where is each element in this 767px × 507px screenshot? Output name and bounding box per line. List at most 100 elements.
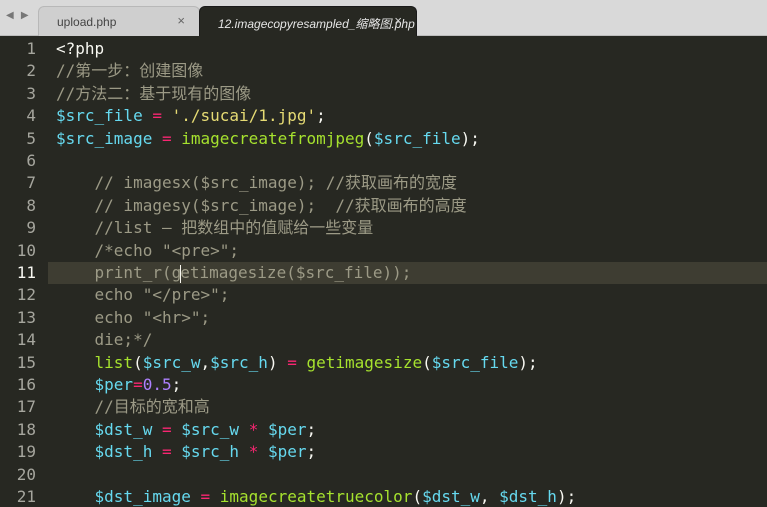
code-token: ; — [171, 375, 182, 394]
editor-window: ◀ ▶ upload.php × 12.imagecopyresampled_缩… — [0, 0, 767, 507]
code-token: ( — [422, 352, 432, 372]
code-line[interactable]: print_r(getimagesize($src_file)); — [48, 262, 767, 285]
line-number: 9 — [26, 218, 36, 238]
code-area[interactable]: <?php //第一步：创建图像//方法二：基于现有的图像 $src_file = … — [48, 36, 767, 507]
line-number-gutter: 1 2 3 4 5 6 7 8 9 10 11 12 13 14 15 16 17 18 19 20 21 — [0, 36, 48, 507]
tab-bar: ◀ ▶ upload.php × 12.imagecopyresampled_缩… — [0, 0, 767, 36]
code-token: ) — [267, 352, 288, 372]
code-line[interactable]: $dst_w = $src_w * $per; — [56, 419, 317, 441]
code-token: = — [200, 487, 211, 506]
code-token: $src_file — [373, 128, 461, 148]
line-number: 21 — [16, 487, 36, 506]
code-token: = — [133, 375, 143, 394]
line-number: 1 — [26, 39, 36, 58]
code-line[interactable]: // imagesx($src_image); //获取画布的宽度 — [56, 172, 457, 194]
code-token: //方法二：基于现有的图像 — [56, 83, 252, 103]
code-line[interactable]: list($src_w,$src_h) = getimagesize($src_… — [56, 352, 538, 374]
code-token: //list — 把数组中的值赋给一些变量 — [94, 218, 374, 238]
code-token: ); — [518, 352, 538, 372]
code-token: * — [248, 442, 259, 462]
line-number: 13 — [16, 307, 36, 327]
line-number: 20 — [16, 464, 36, 484]
line-number: 12 — [16, 285, 36, 305]
code-token: 0.5 — [142, 375, 172, 394]
code-line[interactable]: die;*/ — [56, 329, 153, 351]
line-number: 16 — [16, 375, 36, 394]
code-line[interactable]: $dst_h = $src_h * $per; — [56, 441, 317, 463]
code-token: /*echo "<pre>"; — [94, 240, 240, 260]
code-line[interactable]: // imagesy($src_image); //获取画布的高度 — [56, 195, 467, 217]
line-number: 5 — [26, 128, 36, 148]
code-token: // imagesx($src_image); //获取画布的宽度 — [94, 173, 457, 193]
code-token: , — [479, 487, 500, 506]
code-token: $dst_h — [499, 487, 557, 506]
line-number: 4 — [26, 106, 36, 126]
code-line[interactable]: $src_image = imagecreatefromjpeg($src_fi… — [56, 128, 480, 150]
line-number: 11 — [16, 263, 36, 282]
code-token: $src_image — [56, 128, 153, 148]
tab-imagecopyresampled[interactable]: 12.imagecopyresampled_缩略图.php × — [199, 6, 417, 36]
code-line[interactable]: //方法二：基于现有的图像 — [56, 83, 251, 105]
close-icon[interactable]: × — [177, 13, 185, 28]
code-line[interactable]: $src_file = './sucai/1.jpg'; — [56, 105, 326, 127]
code-token: $dst_w — [94, 419, 153, 439]
code-token: ); — [460, 128, 480, 148]
code-line[interactable]: //list — 把数组中的值赋给一些变量 — [56, 217, 374, 239]
code-token: getimagesize — [306, 352, 423, 372]
code-token: etimagesize($src_file)); — [180, 263, 412, 282]
forward-arrow-icon[interactable]: ▶ — [21, 10, 31, 21]
line-number: 18 — [16, 419, 36, 439]
code-token: ( — [133, 352, 143, 372]
code-line[interactable]: echo "<hr>"; — [56, 307, 211, 329]
code-line[interactable]: /*echo "<pre>"; — [56, 240, 240, 262]
tab-nav-arrows[interactable]: ◀ ▶ — [6, 10, 31, 21]
tab-upload[interactable]: upload.php × — [38, 6, 200, 36]
code-token: = — [161, 128, 172, 148]
code-line[interactable]: <?php — [56, 38, 104, 60]
code-token: = — [161, 442, 172, 462]
code-token: $per — [94, 375, 134, 394]
back-arrow-icon[interactable]: ◀ — [6, 10, 16, 21]
code-line[interactable]: $dst_image = imagecreatetruecolor($dst_w… — [56, 486, 577, 507]
code-line[interactable]: //目标的宽和高 — [56, 396, 210, 418]
code-token: // imagesy($src_image); //获取画布的高度 — [94, 195, 467, 215]
line-number: 10 — [16, 240, 36, 260]
line-number: 17 — [16, 397, 36, 417]
code-token: ; — [306, 419, 317, 439]
code-token: $per — [267, 442, 307, 462]
code-token: = — [287, 352, 297, 372]
line-number: 15 — [16, 352, 36, 372]
code-token: $src_w — [142, 352, 201, 372]
tab-label: 12.imagecopyresampled_缩略图.php — [218, 17, 415, 31]
code-token: imagecreatetruecolor — [219, 487, 413, 506]
code-line[interactable]: echo "</pre>"; — [56, 284, 230, 306]
code-token: imagecreatefromjpeg — [181, 128, 365, 148]
line-number: 19 — [16, 442, 36, 462]
code-editor[interactable]: 1 2 3 4 5 6 7 8 9 10 11 12 13 14 15 16 17 18 19 20 21 <?php /… — [0, 36, 767, 507]
code-line[interactable]: //第一步：创建图像 — [56, 60, 203, 82]
code-token: //目标的宽和高 — [94, 397, 210, 417]
code-token: $dst_h — [94, 442, 153, 462]
close-icon[interactable]: × — [394, 13, 402, 28]
code-token: ; — [306, 442, 317, 462]
code-token: $src_h — [210, 352, 268, 372]
code-line[interactable]: $per=0.5; — [56, 374, 182, 396]
code-token: $src_w — [181, 419, 240, 439]
